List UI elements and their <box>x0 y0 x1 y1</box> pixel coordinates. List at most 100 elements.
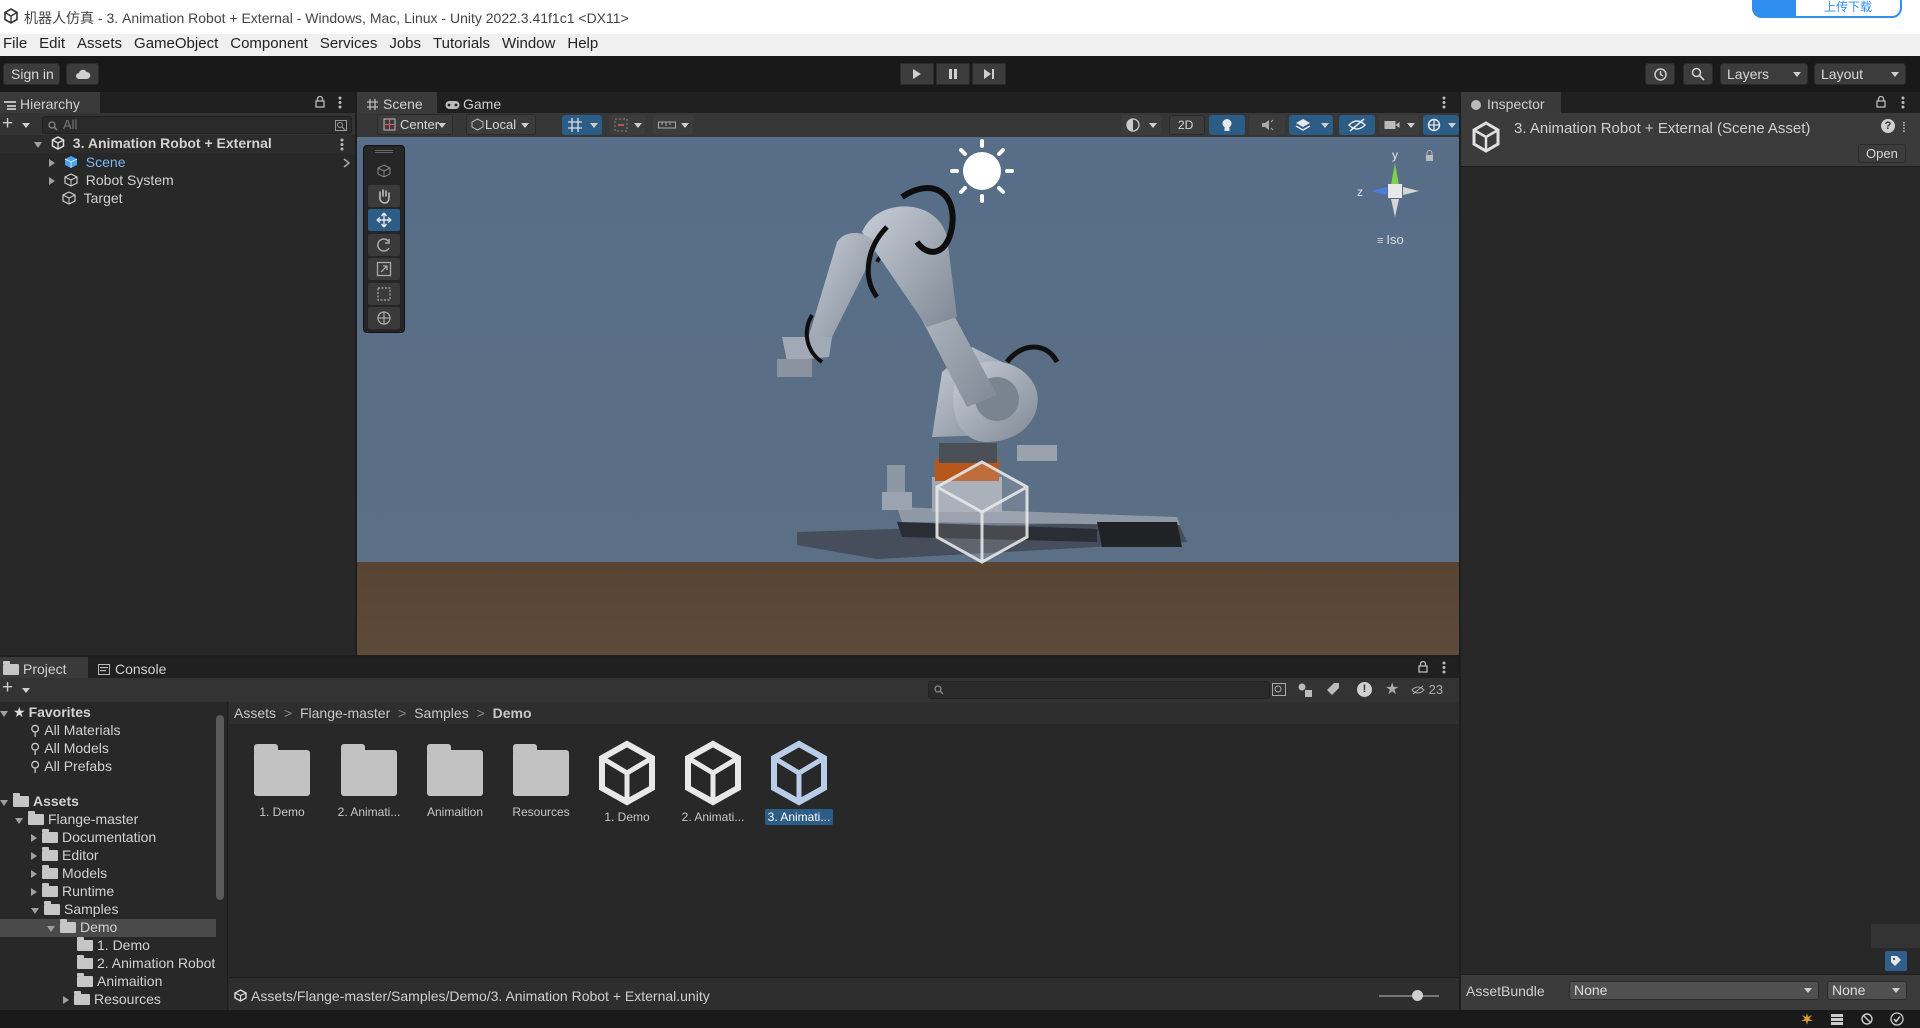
lighting-toggle[interactable] <box>1209 115 1245 135</box>
folder-animaition[interactable]: Animaition <box>77 973 162 991</box>
breadcrumb-flange-master[interactable]: Flange-master <box>300 705 390 721</box>
folder-models[interactable]: Models <box>31 865 107 883</box>
filter-icon[interactable] <box>335 120 347 131</box>
pause-button[interactable] <box>936 63 970 85</box>
expand-arrow-icon[interactable] <box>15 818 23 824</box>
checkmark-circle-icon[interactable] <box>1890 1012 1904 1026</box>
favorite-all-materials[interactable]: ⚲ All Materials <box>30 722 121 740</box>
warning-filter-icon[interactable]: ! <box>1357 682 1372 697</box>
menu-help[interactable]: Help <box>567 34 598 53</box>
folder-2-animation-robot[interactable]: 2. Animation Robot <box>77 955 215 973</box>
chevron-right-icon[interactable] <box>343 158 350 168</box>
rect-tool-button[interactable] <box>368 283 400 305</box>
hierarchy-scene-root[interactable]: 3. Animation Robot + External <box>0 135 355 153</box>
transform-tool-button[interactable] <box>368 307 400 329</box>
hierarchy-item-target[interactable]: Target <box>0 190 123 208</box>
assetbundle-variant-dropdown[interactable]: None <box>1827 981 1907 1000</box>
lock-icon[interactable] <box>1418 661 1428 673</box>
scale-tool-button[interactable] <box>368 258 400 280</box>
expand-arrow-icon[interactable] <box>49 159 55 167</box>
more-options-icon[interactable] <box>338 96 342 109</box>
more-options-icon[interactable] <box>1901 96 1905 109</box>
progress-spinner-icon[interactable] <box>1800 1012 1814 1026</box>
layers-dropdown[interactable]: Layers <box>1720 63 1808 85</box>
menu-assets[interactable]: Assets <box>77 34 122 53</box>
assets-root[interactable]: Assets <box>0 793 79 811</box>
increment-snap-toggle[interactable] <box>609 115 645 135</box>
drag-handle-icon[interactable] <box>375 150 393 153</box>
play-button[interactable] <box>900 63 934 85</box>
rotate-tool-button[interactable] <box>368 234 400 256</box>
hierarchy-item-robot-system[interactable]: Robot System <box>0 172 174 190</box>
asset-scene-2-animation[interactable]: 2. Animati... <box>674 740 752 825</box>
folder-1-demo[interactable]: 1. Demo <box>77 937 150 955</box>
zoom-slider-thumb[interactable] <box>1412 990 1423 1001</box>
undo-history-button[interactable] <box>1645 63 1675 85</box>
breadcrumb-demo[interactable]: Demo <box>493 705 532 721</box>
hidden-packages-toggle[interactable]: 23 <box>1411 682 1443 697</box>
project-search-input[interactable] <box>928 681 1270 699</box>
tree-scrollbar[interactable] <box>216 715 224 900</box>
expand-arrow-icon[interactable] <box>31 834 37 842</box>
menu-file[interactable]: File <box>3 34 27 53</box>
more-options-icon[interactable] <box>1442 96 1446 109</box>
folder-editor[interactable]: Editor <box>31 847 99 865</box>
global-search-button[interactable] <box>1683 63 1713 85</box>
move-tool-button[interactable] <box>368 209 400 231</box>
asset-scene-3-animation-selected[interactable]: 3. Animati... <box>760 740 838 825</box>
tab-scene[interactable]: Scene <box>357 92 437 113</box>
expand-arrow-icon[interactable] <box>31 908 39 914</box>
grid-snapping-toggle[interactable] <box>562 115 602 135</box>
camera-settings-dropdown[interactable] <box>1379 115 1419 135</box>
folder-samples[interactable]: Samples <box>31 901 118 919</box>
asset-scene-1-demo[interactable]: 1. Demo <box>588 740 666 825</box>
expand-arrow-icon[interactable] <box>31 870 37 878</box>
debug-icon[interactable] <box>1860 1012 1874 1026</box>
cloud-button[interactable] <box>66 63 99 85</box>
favorite-all-prefabs[interactable]: ⚲ All Prefabs <box>30 758 112 776</box>
asset-labels-button[interactable] <box>1885 951 1907 971</box>
expand-arrow-icon[interactable] <box>31 852 37 860</box>
layout-dropdown[interactable]: Layout <box>1814 63 1906 85</box>
assetbundle-dropdown[interactable]: None <box>1569 981 1819 1000</box>
filter-by-label-icon[interactable] <box>1326 682 1340 696</box>
lock-icon[interactable] <box>315 96 325 108</box>
tab-hierarchy[interactable]: Hierarchy <box>0 92 100 113</box>
asset-folder-1-demo[interactable]: 1. Demo <box>243 740 321 820</box>
cache-server-icon[interactable] <box>1830 1012 1844 1026</box>
asset-folder-resources[interactable]: Resources <box>502 740 580 820</box>
menu-window[interactable]: Window <box>502 34 555 53</box>
view-tool-button[interactable] <box>368 161 400 181</box>
expand-arrow-icon[interactable] <box>0 711 8 717</box>
lock-icon[interactable] <box>1876 96 1886 108</box>
sign-in-button[interactable]: Sign in <box>3 63 60 85</box>
more-options-icon[interactable] <box>340 138 344 151</box>
tab-inspector[interactable]: Inspector <box>1461 92 1561 113</box>
tab-console[interactable]: Console <box>94 657 194 678</box>
projection-toggle[interactable]: ≡ Iso <box>1377 232 1404 247</box>
hand-tool-button[interactable] <box>368 185 400 207</box>
filter-by-type-icon[interactable] <box>1297 682 1313 697</box>
asset-folder-2-animation[interactable]: 2. Animati... <box>330 740 408 820</box>
breadcrumb-assets[interactable]: Assets <box>234 705 276 721</box>
shading-mode-dropdown[interactable] <box>1121 115 1161 135</box>
menu-component[interactable]: Component <box>230 34 308 53</box>
favorite-all-models[interactable]: ⚲ All Models <box>30 740 109 758</box>
gizmos-dropdown[interactable] <box>1423 115 1459 135</box>
menu-jobs[interactable]: Jobs <box>389 34 421 53</box>
menu-gameobject[interactable]: GameObject <box>134 34 218 53</box>
effects-dropdown[interactable] <box>1289 115 1333 135</box>
menu-services[interactable]: Services <box>320 34 378 53</box>
pivot-center-dropdown[interactable]: Center <box>377 114 453 135</box>
folder-flange-master[interactable]: Flange-master <box>15 811 138 829</box>
step-button[interactable] <box>972 63 1006 85</box>
menu-edit[interactable]: Edit <box>39 34 65 53</box>
scene-visibility-toggle[interactable] <box>1339 115 1375 135</box>
settings-sliders-icon[interactable]: ⁞ <box>1902 119 1906 135</box>
expand-arrow-icon[interactable] <box>49 177 55 185</box>
breadcrumb-samples[interactable]: Samples <box>414 705 468 721</box>
folder-runtime[interactable]: Runtime <box>31 883 114 901</box>
open-button[interactable]: Open <box>1858 144 1906 163</box>
tab-game[interactable]: Game <box>441 92 521 113</box>
menu-tutorials[interactable]: Tutorials <box>433 34 490 53</box>
